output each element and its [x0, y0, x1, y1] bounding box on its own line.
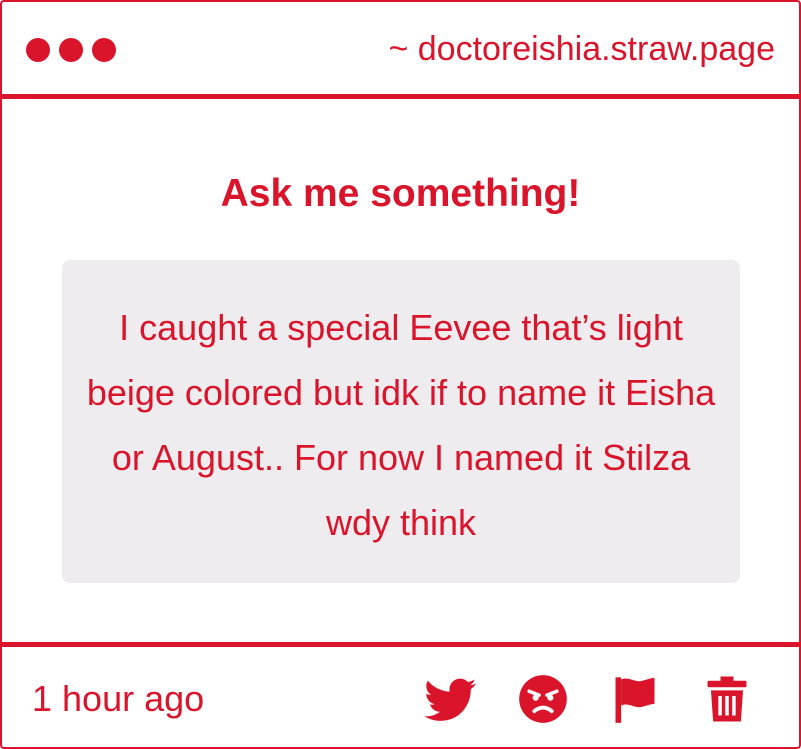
block-user-button[interactable] — [517, 673, 569, 725]
twitter-share-button[interactable] — [425, 673, 477, 725]
page-title: Ask me something! — [220, 172, 581, 215]
report-button[interactable] — [609, 673, 661, 725]
question-box: I caught a special Eevee that’s light be… — [62, 260, 740, 583]
question-text: I caught a special Eevee that’s light be… — [86, 307, 716, 543]
window-controls — [26, 38, 116, 62]
window-title-bar: ~ doctoreishia.straw.page — [2, 2, 799, 99]
action-bar — [425, 673, 753, 725]
window-dot-icon — [59, 38, 83, 62]
window-dot-icon — [26, 38, 50, 62]
site-url: ~ doctoreishia.straw.page — [388, 30, 775, 68]
twitter-icon — [425, 678, 477, 721]
window-dot-icon — [92, 38, 116, 62]
timestamp: 1 hour ago — [32, 678, 205, 719]
angry-face-icon — [519, 675, 567, 723]
footer-divider — [2, 642, 799, 647]
delete-button[interactable] — [701, 673, 753, 725]
trash-icon — [707, 676, 747, 722]
question-card: ~ doctoreishia.straw.page Ask me somethi… — [0, 0, 801, 749]
flag-icon — [615, 677, 655, 723]
